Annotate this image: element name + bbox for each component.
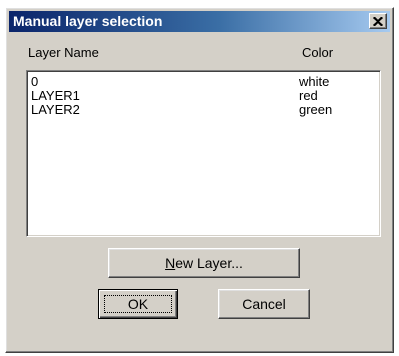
list-item[interactable]: LAYER2 green bbox=[31, 103, 376, 117]
cancel-button-label: Cancel bbox=[242, 296, 286, 312]
manual-layer-selection-dialog: Manual layer selection Layer Name Color … bbox=[5, 7, 394, 353]
ok-button[interactable]: OK bbox=[98, 289, 178, 319]
layer-name: 0 bbox=[31, 74, 39, 89]
cancel-button[interactable]: Cancel bbox=[218, 289, 310, 319]
layer-name: LAYER1 bbox=[31, 88, 80, 103]
list-item[interactable]: 0 white bbox=[31, 75, 376, 89]
layer-name-column-header: Layer Name bbox=[28, 45, 99, 60]
list-item[interactable]: LAYER1 red bbox=[31, 89, 376, 103]
layer-list[interactable]: 0 white LAYER1 red LAYER2 green bbox=[26, 70, 381, 237]
close-icon bbox=[373, 16, 383, 26]
dialog-title: Manual layer selection bbox=[13, 13, 163, 29]
color-column-header: Color bbox=[302, 45, 334, 60]
title-bar: Manual layer selection bbox=[9, 11, 390, 32]
new-layer-button[interactable]: New Layer... bbox=[108, 248, 300, 278]
new-layer-button-label: New Layer... bbox=[165, 255, 243, 271]
layer-color: white bbox=[299, 74, 330, 89]
close-button[interactable] bbox=[369, 13, 387, 29]
ok-button-label: OK bbox=[127, 296, 149, 312]
layer-name: LAYER2 bbox=[31, 102, 80, 117]
layer-color: red bbox=[299, 88, 318, 103]
layer-color: green bbox=[299, 102, 333, 117]
